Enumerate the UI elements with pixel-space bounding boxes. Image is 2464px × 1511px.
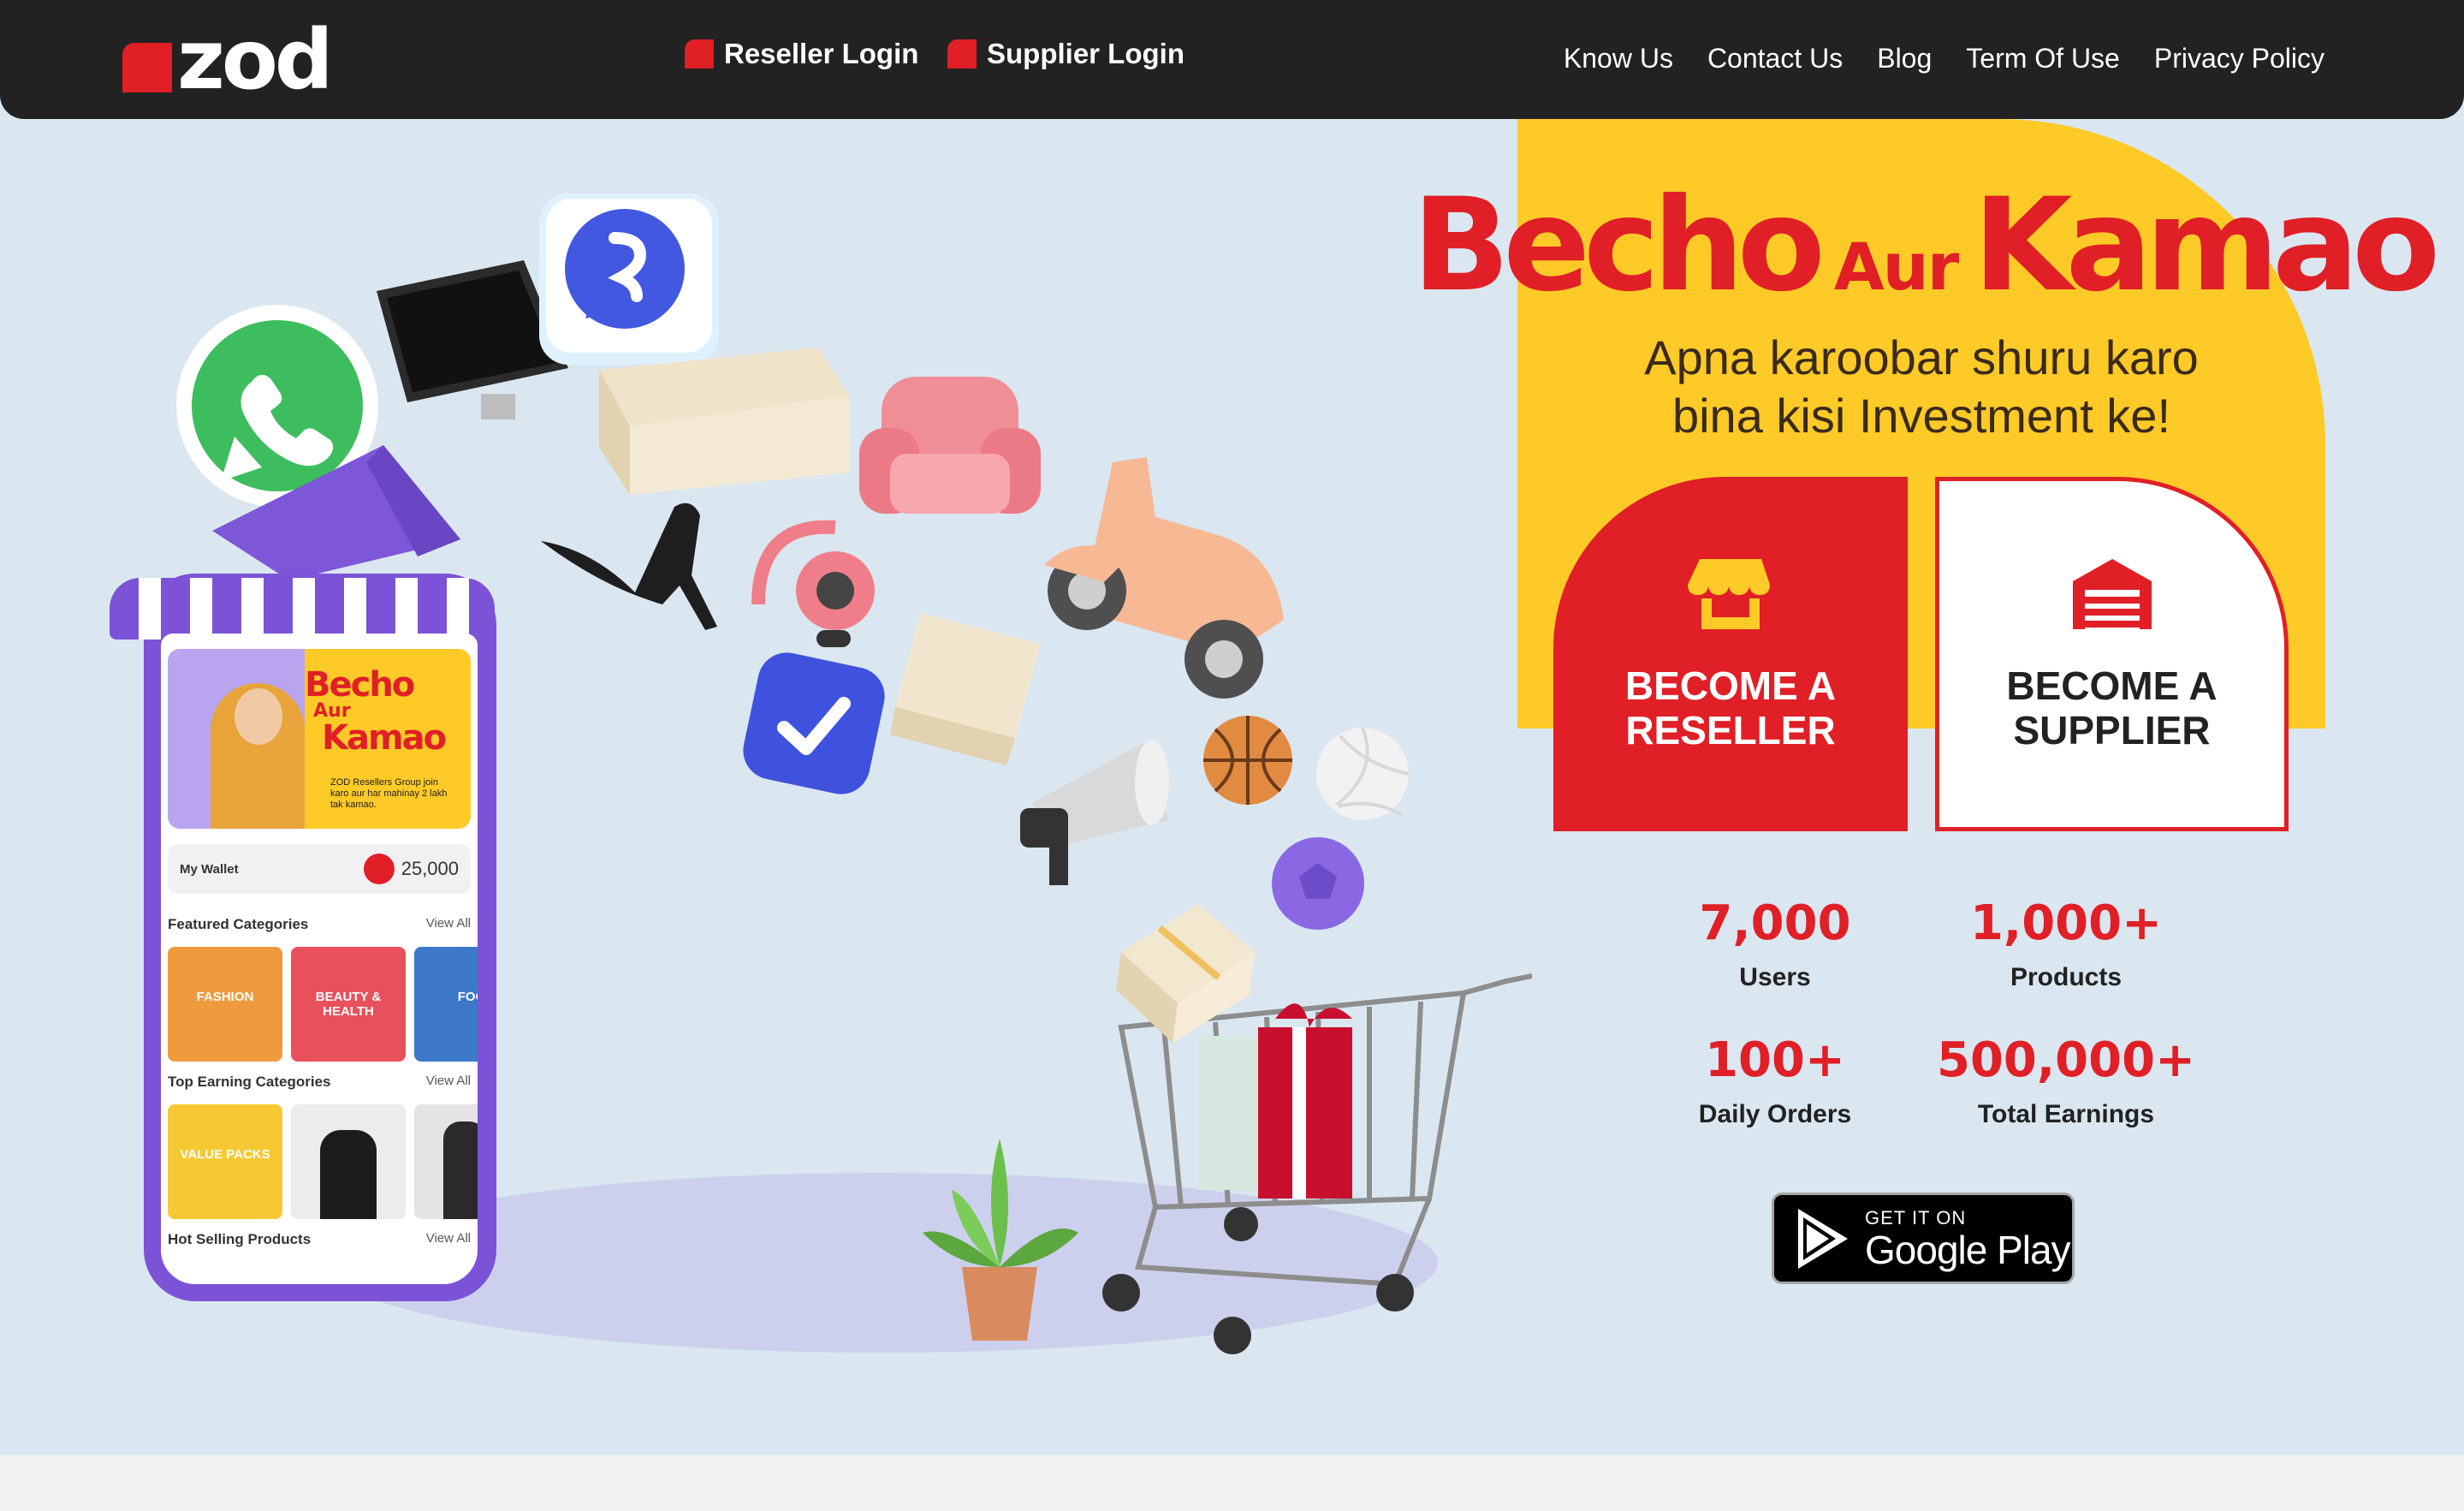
wallet-icon [363, 854, 395, 884]
reseller-login-link[interactable]: Reseller Login [685, 38, 918, 70]
wallet-amount-group: 25,000 [363, 854, 459, 884]
category-tile-sweatshirt[interactable] [291, 1104, 406, 1219]
google-play-big-text: Google Play [1865, 1227, 2071, 1272]
hero-headline: Becho Aur Kamao [1412, 171, 2440, 320]
google-play-text: GET IT ON Google Play [1865, 1206, 2071, 1272]
category-tile-label: VALUE PACKS [180, 1147, 270, 1162]
banner-title-line3: Kamao [322, 718, 447, 758]
banner-title-line1: Becho [305, 665, 415, 705]
become-reseller-label: BECOME A RESELLER [1624, 663, 1837, 753]
stat-value: 500,000+ [1937, 1032, 2195, 1088]
supplier-login-label: Supplier Login [987, 38, 1185, 69]
store-awning [110, 578, 495, 639]
become-supplier-label: BECOME A SUPPLIER [2006, 663, 2218, 753]
featured-categories-header: Featured Categories View All [168, 916, 471, 933]
nav-privacy-policy[interactable]: Privacy Policy [2154, 43, 2324, 74]
stat-value: 100+ [1705, 1032, 1845, 1088]
banner-title: Becho Aur Kamao [305, 665, 447, 758]
category-tile-food[interactable]: FOO [414, 947, 478, 1062]
headline-becho: Becho [1412, 171, 1826, 320]
warehouse-icon [2072, 559, 2152, 629]
plant-icon [923, 1139, 1078, 1341]
wallet-amount: 25,000 [401, 858, 459, 879]
supplier-login-icon [947, 39, 977, 68]
featured-view-all-link[interactable]: View All [426, 916, 471, 933]
menswear-figure [443, 1121, 478, 1219]
top-earning-title: Top Earning Categories [168, 1074, 331, 1090]
hot-selling-title: Hot Selling Products [168, 1231, 312, 1247]
top-navbar: zod Reseller Login Supplier Login Know U… [0, 0, 2464, 119]
become-supplier-button[interactable]: BECOME A SUPPLIER [1935, 477, 2289, 831]
high-heel-icon [541, 503, 717, 630]
check-badge-icon [743, 652, 885, 794]
hot-selling-view-all-link[interactable]: View All [426, 1231, 471, 1248]
wallet-label: My Wallet [180, 861, 239, 877]
basketball-icon [1203, 716, 1292, 805]
headline-aur: Aur [1833, 229, 1959, 305]
stat-label: Total Earnings [1977, 1100, 2155, 1128]
google-play-small-text: GET IT ON [1865, 1206, 1967, 1228]
megaphone-icon [1020, 740, 1169, 885]
nav-contact-us[interactable]: Contact Us [1707, 43, 1843, 74]
featured-tiles: FASHION BEAUTY & HEALTH FOO [168, 947, 478, 1062]
volleyball-icon [1316, 727, 1410, 820]
reseller-login-label: Reseller Login [724, 38, 919, 69]
google-play-badge[interactable]: GET IT ON Google Play [1772, 1193, 2075, 1284]
category-tile-label: BEAUTY & HEALTH [315, 990, 382, 1019]
nav-term-of-use[interactable]: Term Of Use [1966, 43, 2120, 74]
subline-line1: Apna karoobar shuru karo [1644, 330, 2199, 384]
storefront-icon [1688, 559, 1770, 629]
purple-box-icon [212, 445, 460, 580]
category-tile-menswear[interactable] [414, 1104, 478, 1219]
headline-kamao: Kamao [1973, 171, 2440, 320]
google-play-icon [1798, 1208, 1848, 1269]
chat-bubble-icon [539, 193, 719, 365]
hot-selling-header: Hot Selling Products View All [168, 1231, 471, 1248]
category-tile-label: FASHION [196, 990, 254, 1004]
stat-value: 7,000 [1699, 895, 1851, 951]
category-tile-fashion[interactable]: FASHION [168, 947, 282, 1062]
footer-strip [0, 1455, 2464, 1511]
banner-face [235, 688, 282, 745]
nav-links: Know Us Contact Us Blog Term Of Use Priv… [1564, 43, 2324, 74]
zod-logo[interactable]: zod [122, 12, 334, 108]
logo-mark [122, 43, 172, 92]
cardboard-box-icon [599, 348, 849, 495]
nav-know-us[interactable]: Know Us [1564, 43, 1673, 74]
supplier-login-link[interactable]: Supplier Login [947, 38, 1185, 70]
banner-subtitle: ZOD Resellers Group join karo aur har ma… [330, 777, 448, 810]
reseller-login-icon [685, 39, 714, 68]
stat-label: Products [2010, 963, 2123, 991]
subline-line2: bina kisi Investment ke! [1671, 389, 2171, 443]
wallet-card[interactable]: My Wallet 25,000 [168, 844, 471, 894]
armchair-icon [859, 377, 1041, 514]
featured-categories-title: Featured Categories [168, 916, 309, 932]
stat-products: 1,000+ Products [1929, 895, 2203, 992]
stat-total-earnings: 500,000+ Total Earnings [1929, 1032, 2203, 1129]
category-tile-value-packs[interactable]: VALUE PACKS [168, 1104, 282, 1219]
hero-subline: Apna karoobar shuru karo bina kisi Inves… [1523, 329, 2319, 445]
category-tile-beauty[interactable]: BEAUTY & HEALTH [291, 947, 406, 1062]
phone-screen: Becho Aur Kamao ZOD Resellers Group join… [161, 634, 478, 1284]
stat-value: 1,000+ [1969, 895, 2163, 951]
stat-users: 7,000 Users [1638, 895, 1912, 992]
category-tile-label: FOO [457, 990, 478, 1004]
top-earning-tiles: VALUE PACKS [168, 1104, 478, 1219]
scooter-icon [1044, 457, 1284, 699]
stat-label: Daily Orders [1698, 1100, 1852, 1128]
sweatshirt-figure [320, 1130, 377, 1219]
stat-label: Users [1739, 963, 1811, 991]
become-reseller-button[interactable]: BECOME A RESELLER [1553, 477, 1908, 831]
top-earning-view-all-link[interactable]: View All [426, 1074, 471, 1091]
app-banner: Becho Aur Kamao ZOD Resellers Group join… [168, 649, 471, 829]
top-earning-header: Top Earning Categories View All [168, 1074, 471, 1091]
logo-text: zod [177, 12, 334, 108]
falling-box-icon [1116, 904, 1255, 1043]
nav-blog[interactable]: Blog [1877, 43, 1932, 74]
stat-daily-orders: 100+ Daily Orders [1638, 1032, 1912, 1129]
hero-section: Becho Aur Kamao ZOD Resellers Group join… [0, 0, 2464, 1455]
